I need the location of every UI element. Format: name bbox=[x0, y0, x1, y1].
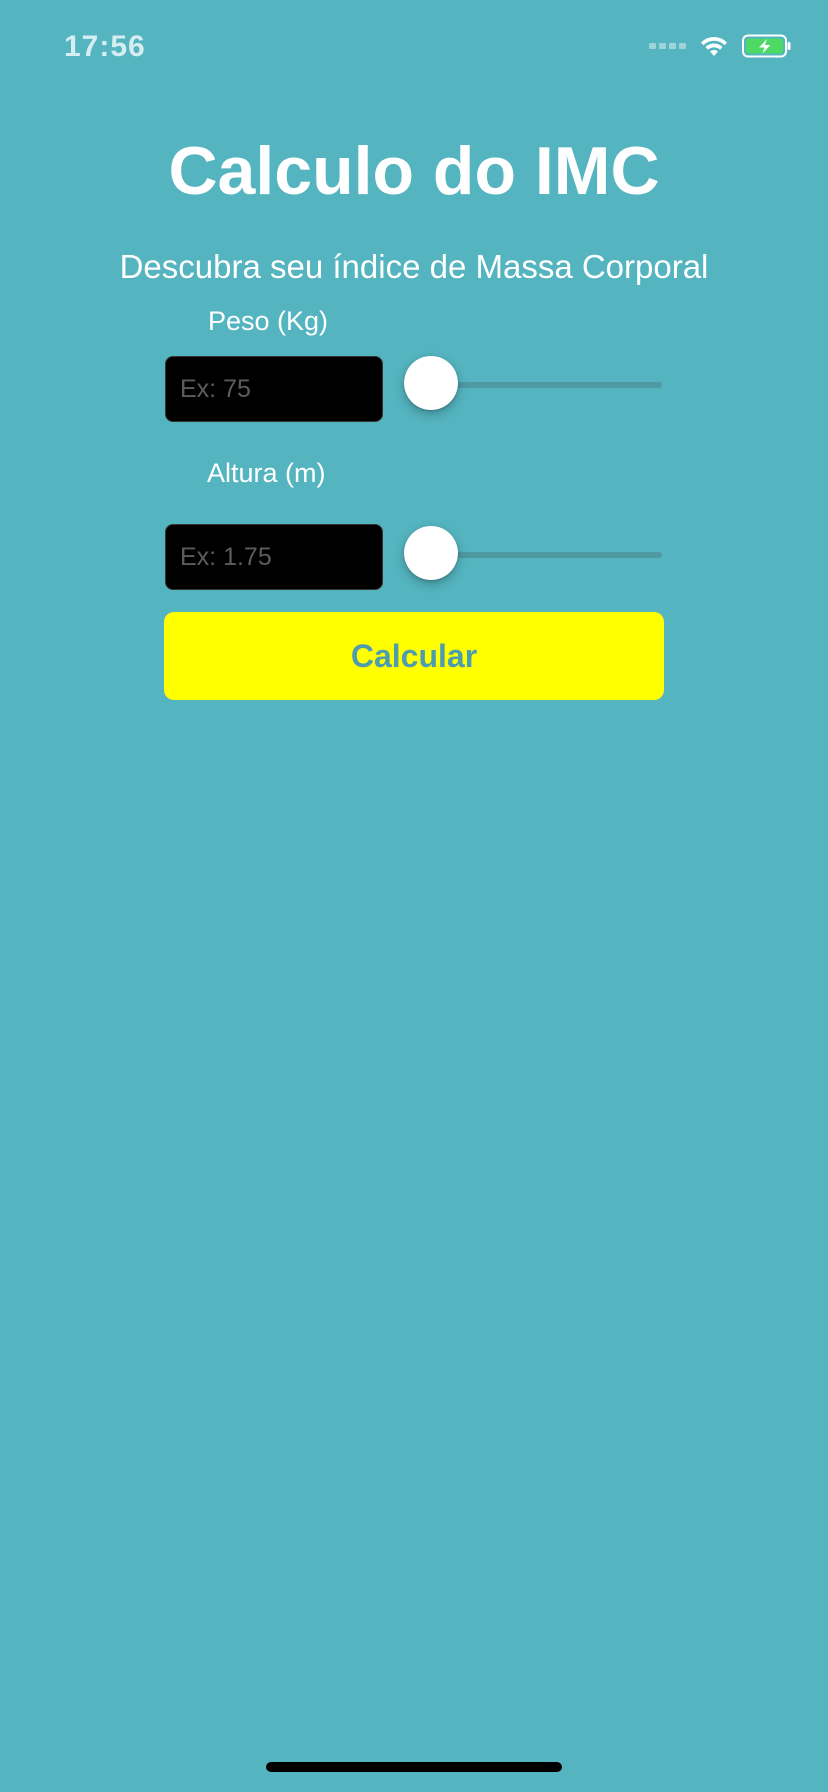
height-slider[interactable] bbox=[404, 526, 662, 582]
page-subtitle: Descubra seu índice de Massa Corporal bbox=[119, 248, 709, 285]
weight-label: Peso (Kg) bbox=[208, 306, 329, 336]
weight-input-placeholder: Ex: 75 bbox=[180, 374, 251, 403]
status-time: 17:56 bbox=[64, 30, 146, 63]
weight-slider-thumb[interactable] bbox=[404, 356, 458, 410]
height-label: Altura (m) bbox=[207, 458, 326, 488]
height-slider-thumb[interactable] bbox=[404, 526, 458, 580]
height-input-placeholder: Ex: 1.75 bbox=[180, 542, 272, 571]
home-indicator[interactable] bbox=[266, 1762, 562, 1772]
weight-slider[interactable] bbox=[404, 356, 662, 412]
page-title: Calculo do IMC bbox=[168, 133, 660, 209]
signal-icon bbox=[649, 43, 686, 49]
weight-input[interactable]: Ex: 75 bbox=[165, 356, 383, 422]
status-bar: 17:56 bbox=[0, 0, 828, 100]
height-input[interactable]: Ex: 1.75 bbox=[165, 524, 383, 590]
status-icons bbox=[649, 34, 792, 58]
wifi-icon bbox=[701, 36, 727, 56]
battery-charging-icon bbox=[742, 34, 791, 58]
calculate-button[interactable]: Calcular bbox=[164, 612, 664, 700]
